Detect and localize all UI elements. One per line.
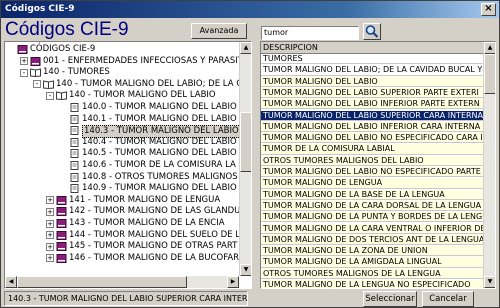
grid-row[interactable]: TUMOR DE LA COMISURA LABIAL — [261, 144, 485, 155]
tree-node-label: 140.5 - TUMOR MALIGNO DEL LABIO — [82, 148, 237, 159]
page-icon — [69, 172, 80, 182]
grid-row[interactable]: TUMOR MALIGNO DE LA CARA DORSAL DE LA LE… — [261, 200, 485, 212]
close-icon: × — [484, 3, 493, 14]
grid-row[interactable]: TUMOR MALIGNO DE LA LENGUA NO ESPECIFICA… — [261, 280, 485, 288]
expand-icon[interactable]: + — [46, 219, 54, 228]
grid-row[interactable]: TUMOR MALIGNO DEL LABIO NO ESPECIFICADO … — [261, 167, 485, 178]
tree-node-label: 142 - TUMOR MALIGNO DE LAS GLANDUL — [69, 206, 246, 217]
grid-row[interactable]: OTROS TUMORES MALIGNOS DEL LABIO — [261, 155, 485, 166]
grid-scroll-down-button[interactable]: ▼ — [484, 276, 495, 288]
page-icon — [69, 184, 80, 194]
window-title: Códigos CIE-9 — [5, 4, 75, 14]
tree-node-label: 140.0 - TUMOR MALIGNO DEL LABIO — [82, 102, 237, 112]
book-icon — [30, 56, 41, 66]
tree-node-label: 140.8 - OTROS TUMORES MALIGNOS — [82, 171, 238, 182]
grid-row[interactable]: TUMOR MALIGNO DE LA PUNTA Y BORDES DE LA… — [261, 212, 485, 223]
book-icon — [56, 195, 67, 205]
tree-node-label: 140 - TUMOR MALIGNO DEL LABIO — [69, 90, 216, 101]
page-icon — [69, 114, 80, 124]
tree-node-label: 143 - TUMOR MALIGNO DE LA ENCIA — [69, 218, 225, 228]
tree-node-label: 140 - TUMOR MALIGNO DEL LABIO; DE LA CAV — [56, 78, 252, 89]
tree-node-label: 140.6 - TUMOR DE LA COMISURA LA — [82, 160, 236, 170]
scroll-left-button[interactable]: ◀ — [5, 276, 17, 288]
open-book-icon — [30, 68, 41, 78]
tree-node-label: 145 - TUMOR MALIGNO DE OTRAS PART — [69, 241, 238, 252]
page-title: Códigos CIE-9 — [5, 19, 129, 40]
status-bar: 140.3 - TUMOR MALIGNO DEL LABIO SUPERIOR… — [4, 291, 248, 306]
tree-node-label: CÓDIGOS CIE-9 — [30, 44, 96, 54]
page-icon — [69, 161, 80, 170]
scroll-thumb[interactable] — [240, 112, 251, 172]
grid-row[interactable]: OTROS TUMORES MALIGNOS DE LA LENGUA — [261, 268, 485, 279]
grid-scroll-up-button[interactable]: ▲ — [484, 42, 495, 54]
results-grid[interactable]: DESCRIPCION TUMORES TUMOR MALIGNO DEL LAB… — [260, 41, 496, 289]
tree-node-label: 144 - TUMOR MALIGNO DEL SUELO DE L — [69, 229, 240, 240]
expand-icon[interactable]: + — [46, 242, 54, 251]
collapse-icon[interactable]: - — [20, 68, 28, 77]
grid-scroll-thumb[interactable] — [484, 54, 495, 94]
hscroll-thumb[interactable] — [17, 276, 187, 288]
grid-row[interactable]: TUMOR MALIGNO DEL LABIO NO ESPECIFICADO … — [261, 133, 485, 144]
expand-icon[interactable]: + — [46, 196, 54, 205]
tree-node-label: 001 - ENFERMEDADES INFECCIOSAS Y PARASIT… — [43, 55, 249, 66]
expand-icon[interactable]: + — [46, 207, 54, 216]
cancel-button[interactable]: Cancelar — [422, 291, 474, 307]
grid-header-description[interactable]: DESCRIPCION — [261, 42, 485, 54]
book-icon — [56, 242, 67, 252]
grid-row[interactable]: TUMOR MALIGNO DE LA CARA VENTRAL O INFER… — [261, 223, 485, 234]
page-icon — [69, 126, 80, 136]
tree-node-label: 140.1 - TUMOR MALIGNO DEL LABIO — [82, 113, 237, 124]
tree-node-label: 141 - TUMOR MALIGNO DE LENGUA — [69, 194, 221, 205]
search-button[interactable] — [363, 23, 381, 40]
page-icon — [69, 149, 80, 159]
book-icon — [17, 45, 28, 54]
grid-row[interactable]: TUMOR MALIGNO DE LA ZONA DE UNION — [261, 246, 485, 257]
expand-icon[interactable]: + — [46, 231, 54, 240]
search-icon — [365, 25, 379, 38]
tree-horizontal-scrollbar[interactable]: ◀ ▶ — [5, 276, 239, 288]
tree-node-label: 140 - TUMORES — [43, 67, 110, 78]
grid-row[interactable]: TUMOR MALIGNO DEL LABIO INFERIOR PARTE E… — [261, 99, 485, 110]
open-book-icon — [43, 80, 54, 89]
grid-row[interactable]: TUMOR MALIGNO DEL LABIO — [261, 76, 485, 87]
page-icon — [69, 103, 80, 112]
grid-row[interactable]: TUMOR MALIGNO DE LA BASE DE LA LENGUA — [261, 189, 485, 200]
open-book-icon — [56, 91, 67, 101]
expand-icon[interactable]: + — [46, 254, 54, 263]
tree-vertical-scrollbar[interactable]: ▲ ▼ — [239, 42, 251, 276]
grid-row[interactable]: TUMOR MALIGNO DE LENGUA — [261, 178, 485, 189]
close-button[interactable]: × — [481, 3, 496, 16]
book-icon — [56, 253, 67, 263]
grid-vertical-scrollbar[interactable]: ▲ ▼ — [483, 42, 495, 288]
grid-row[interactable]: TUMOR MALIGNO DE LA AMIGDALA LINGUAL — [261, 257, 485, 268]
advanced-button[interactable]: Avanzada << — [191, 23, 247, 49]
select-button[interactable]: Seleccionar — [363, 291, 417, 307]
grid-row[interactable]: TUMOR MALIGNO DEL LABIO INFERIOR CARA IN… — [261, 121, 485, 133]
book-icon — [56, 207, 67, 217]
grid-row[interactable]: TUMOR MALIGNO DEL LABIO; DE LA CAVIDAD B… — [261, 65, 485, 76]
cie9-dialog: Códigos CIE-9 × Códigos CIE-9 Avanzada <… — [0, 0, 500, 308]
grid-row[interactable]: TUMORES — [261, 54, 485, 65]
collapse-icon[interactable]: - — [46, 91, 54, 100]
tree-node-label: 140.4 - TUMOR MALIGNO DEL LABIO — [82, 136, 237, 147]
grid-row[interactable]: TUMOR MALIGNO DEL LABIO SUPERIOR PARTE E… — [261, 87, 485, 99]
scroll-down-button[interactable]: ▼ — [240, 264, 251, 276]
search-input[interactable]: tumor — [261, 26, 359, 40]
collapse-icon[interactable]: - — [33, 80, 41, 89]
grid-row[interactable]: TUMOR MALIGNO DE DOS TERCIOS ANT DE LA L… — [261, 234, 485, 246]
book-icon — [56, 219, 67, 228]
tree-node-label: 140.9 - TUMOR MALIGNO DEL LABIO — [82, 183, 237, 194]
scroll-right-button[interactable]: ▶ — [227, 276, 239, 288]
tree-node-label: 146 - TUMOR MALIGNO DE LA BUCOFAR — [69, 252, 240, 263]
title-bar[interactable]: Códigos CIE-9 × — [1, 1, 499, 18]
grid-row[interactable]: TUMOR MALIGNO DEL LABIO SUPERIOR CARA IN… — [261, 110, 485, 121]
book-icon — [56, 230, 67, 240]
scroll-up-button[interactable]: ▲ — [240, 42, 251, 54]
page-icon — [69, 137, 80, 147]
expand-icon[interactable]: + — [20, 57, 28, 66]
code-tree[interactable]: CÓDIGOS CIE-9 +001 - ENFERMEDADES INFECCI… — [4, 41, 252, 289]
